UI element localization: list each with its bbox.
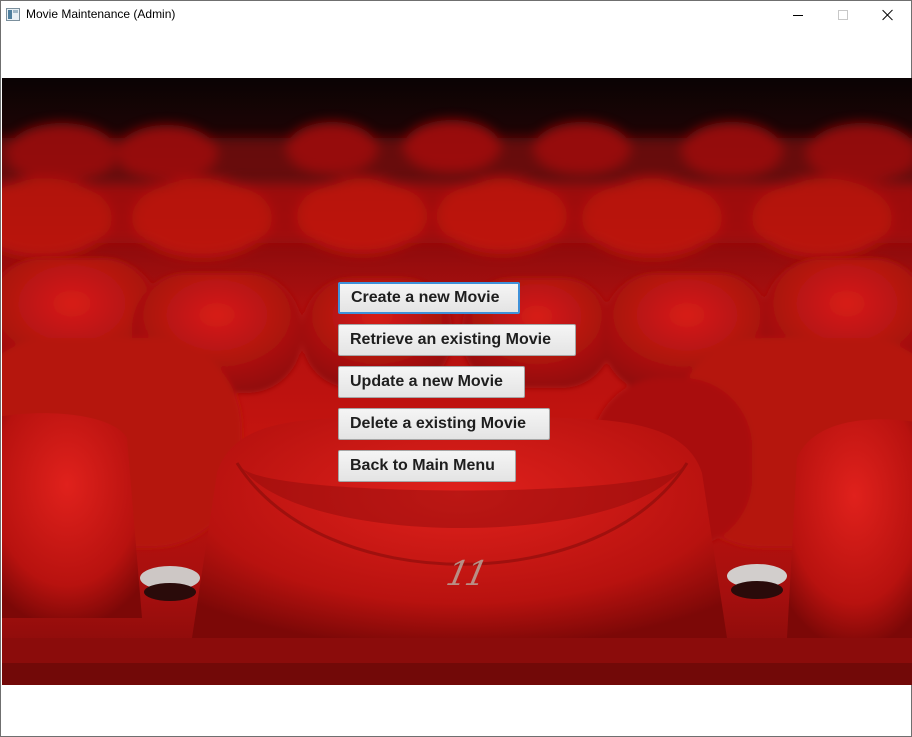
retrieve-movie-button[interactable]: Retrieve an existing Movie <box>338 324 576 356</box>
update-movie-button[interactable]: Update a new Movie <box>338 366 525 398</box>
close-icon <box>882 9 894 21</box>
window-title: Movie Maintenance (Admin) <box>26 7 176 21</box>
close-button[interactable] <box>865 1 911 29</box>
maximize-button[interactable] <box>820 1 866 29</box>
minimize-icon <box>793 14 803 16</box>
java-window-icon <box>6 8 20 21</box>
delete-movie-button[interactable]: Delete a existing Movie <box>338 408 550 440</box>
maximize-icon <box>838 10 848 20</box>
create-movie-button[interactable]: Create a new Movie <box>338 282 520 314</box>
title-bar[interactable]: Movie Maintenance (Admin) <box>1 1 911 29</box>
back-to-main-menu-button[interactable]: Back to Main Menu <box>338 450 516 482</box>
app-window: Movie Maintenance (Admin) 11 Create a ne… <box>0 0 912 737</box>
minimize-button[interactable] <box>775 1 821 29</box>
